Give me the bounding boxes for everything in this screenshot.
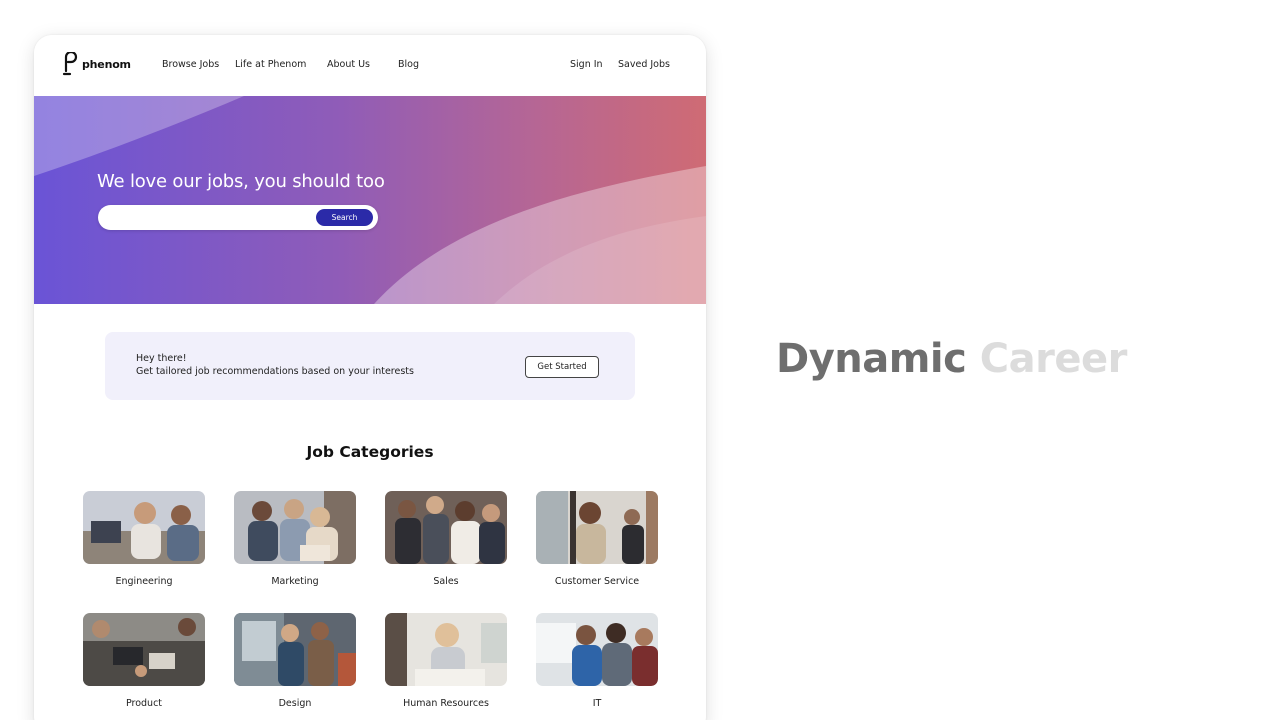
category-image bbox=[83, 613, 205, 686]
logo-text: phenom bbox=[82, 57, 131, 71]
tagline: Dynamic Career bbox=[776, 336, 1127, 382]
nav-blog[interactable]: Blog bbox=[398, 59, 419, 70]
hero-wave-decoration bbox=[34, 96, 706, 304]
category-label: Human Resources bbox=[403, 698, 489, 709]
rec-description: Get tailored job recommendations based o… bbox=[136, 366, 414, 377]
category-label: Engineering bbox=[115, 576, 173, 587]
category-label: IT bbox=[592, 698, 602, 709]
nav-about-us[interactable]: About Us bbox=[327, 59, 370, 70]
category-label: Customer Service bbox=[554, 576, 640, 587]
search-input[interactable] bbox=[108, 209, 308, 225]
category-image bbox=[385, 491, 507, 564]
rec-greeting: Hey there! bbox=[136, 353, 187, 364]
category-product[interactable]: Product bbox=[83, 613, 205, 709]
category-marketing[interactable]: Marketing bbox=[234, 491, 356, 587]
category-it[interactable]: IT bbox=[536, 613, 658, 709]
phenom-logo[interactable]: phenom bbox=[62, 52, 131, 76]
get-started-button[interactable]: Get Started bbox=[525, 356, 599, 378]
hero-title: We love our jobs, you should too bbox=[97, 171, 385, 192]
search-button[interactable]: Search bbox=[316, 209, 373, 226]
tagline-word-1: Dynamic bbox=[776, 336, 967, 382]
tagline-word-2: Career bbox=[979, 336, 1128, 382]
nav-life-at-phenom[interactable]: Life at Phenom bbox=[235, 59, 306, 70]
category-label: Design bbox=[278, 698, 312, 709]
category-engineering[interactable]: Engineering bbox=[83, 491, 205, 587]
sign-in-link[interactable]: Sign In bbox=[570, 59, 603, 70]
category-customer-service[interactable]: Customer Service bbox=[536, 491, 658, 587]
category-human-resources[interactable]: Human Resources bbox=[385, 613, 507, 709]
category-image bbox=[385, 613, 507, 686]
career-site-mockup: phenom Browse Jobs Life at Phenom About … bbox=[34, 35, 706, 720]
category-image bbox=[234, 491, 356, 564]
site-header: phenom Browse Jobs Life at Phenom About … bbox=[34, 35, 706, 96]
saved-jobs-link[interactable]: Saved Jobs bbox=[618, 59, 670, 70]
category-design[interactable]: Design bbox=[234, 613, 356, 709]
category-image bbox=[234, 613, 356, 686]
hero-banner: We love our jobs, you should too Search bbox=[34, 96, 706, 304]
category-label: Sales bbox=[433, 576, 459, 587]
category-image bbox=[83, 491, 205, 564]
recommendation-card: Hey there! Get tailored job recommendati… bbox=[105, 332, 635, 400]
phenom-logo-icon bbox=[62, 52, 78, 76]
category-image bbox=[536, 491, 658, 564]
nav-browse-jobs[interactable]: Browse Jobs bbox=[162, 59, 219, 70]
search-box: Search bbox=[98, 205, 378, 230]
category-label: Product bbox=[125, 698, 163, 709]
job-categories-title: Job Categories bbox=[306, 443, 434, 461]
category-image bbox=[536, 613, 658, 686]
category-sales[interactable]: Sales bbox=[385, 491, 507, 587]
category-label: Marketing bbox=[271, 576, 319, 587]
